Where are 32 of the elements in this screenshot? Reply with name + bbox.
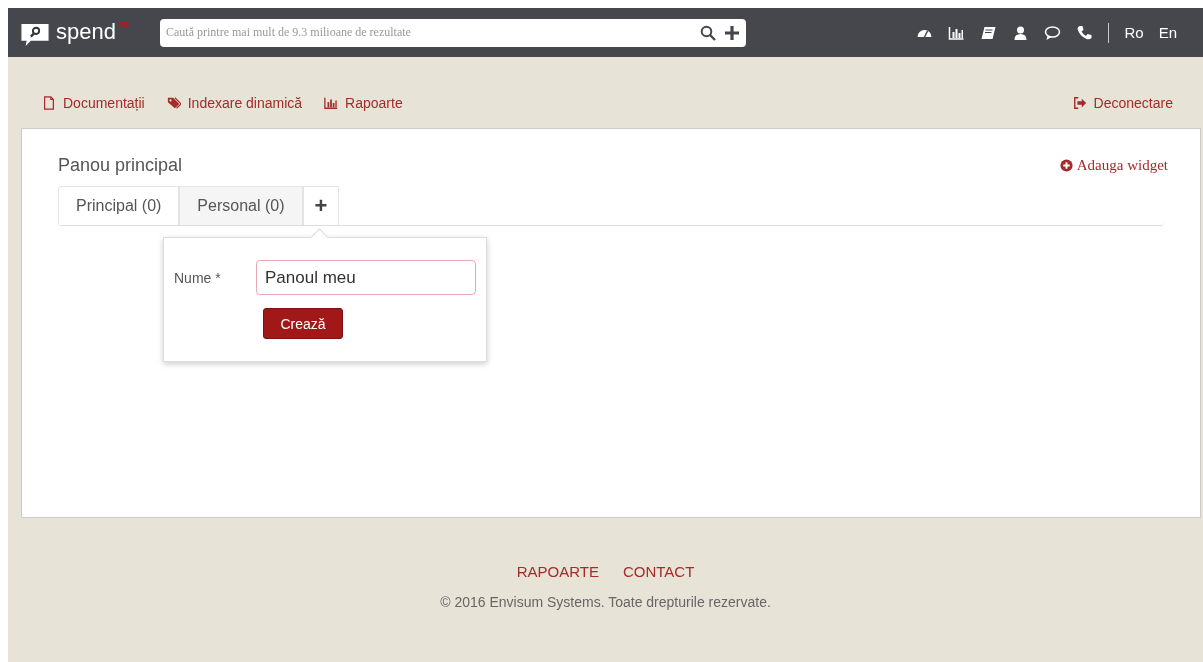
tab[interactable]: Personal (0) bbox=[179, 186, 303, 225]
footer-link[interactable]: RAPOARTE bbox=[516, 563, 599, 580]
document-icon bbox=[42, 96, 56, 110]
bar-chart-icon bbox=[324, 96, 339, 110]
name-input[interactable]: Panoul meu bbox=[256, 260, 476, 295]
panel-title: Panou principal bbox=[58, 155, 183, 176]
nav-link[interactable]: Documentații bbox=[42, 94, 145, 112]
plus-icon[interactable] bbox=[724, 24, 740, 41]
phone-icon[interactable] bbox=[1076, 24, 1094, 41]
logo-text[interactable]: spend bbox=[56, 18, 116, 45]
speech-bubble-icon[interactable] bbox=[1044, 24, 1062, 41]
language-link[interactable]: Ro bbox=[1124, 24, 1144, 41]
field-label: Nume * bbox=[174, 269, 222, 286]
logout-link[interactable]: Deconectare bbox=[1072, 94, 1173, 112]
logo-suffix: ro bbox=[117, 18, 129, 30]
plus-circle-icon bbox=[1059, 159, 1073, 172]
add-widget-link[interactable]: Adauga widget bbox=[1059, 157, 1168, 174]
search-field[interactable]: Caută printre mai mult de 9.3 milioane de rezultate bbox=[160, 18, 746, 47]
magnifier-bubble-icon[interactable] bbox=[20, 22, 50, 47]
create-button[interactable]: Crează bbox=[263, 308, 343, 339]
add-tab-button[interactable]: + bbox=[302, 186, 340, 225]
language-link[interactable]: En bbox=[1158, 24, 1177, 41]
book-icon[interactable] bbox=[980, 24, 998, 41]
sign-out-icon bbox=[1072, 96, 1087, 110]
nav-link[interactable]: Indexare dinamică bbox=[166, 94, 303, 112]
bar-chart-icon[interactable] bbox=[948, 24, 966, 41]
search-icon[interactable] bbox=[700, 24, 716, 41]
footer-link[interactable]: CONTACT bbox=[622, 563, 695, 580]
tags-icon bbox=[166, 96, 181, 110]
copyright-text: © 2016 Envisum Systems. Toate drepturile rezervate. bbox=[440, 594, 771, 610]
tab[interactable]: Principal (0) bbox=[58, 186, 180, 225]
nav-link[interactable]: Rapoarte bbox=[324, 94, 403, 112]
